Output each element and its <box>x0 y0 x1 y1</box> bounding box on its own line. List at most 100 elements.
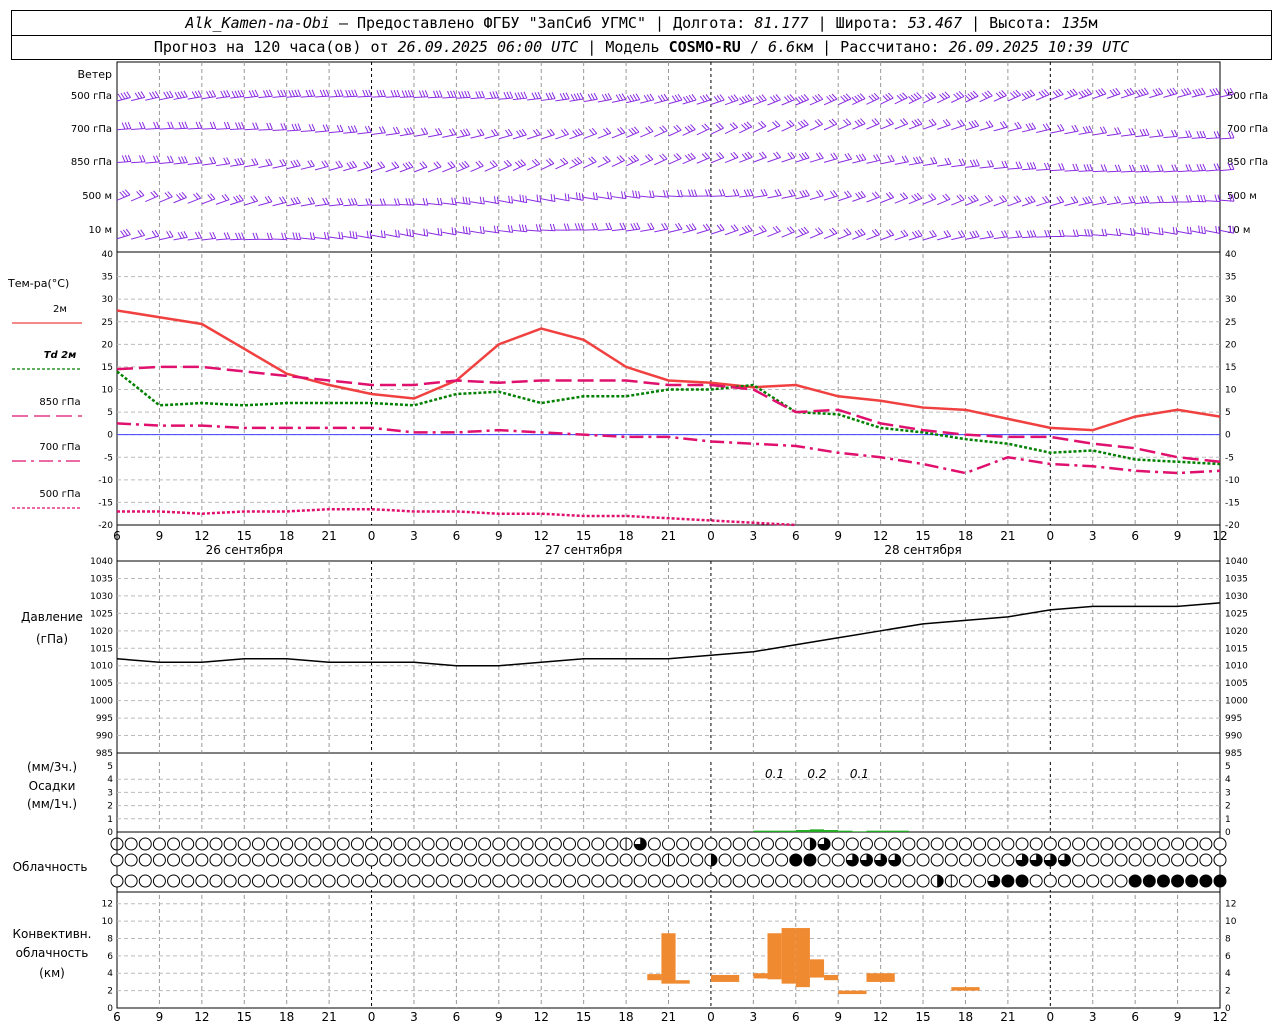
wind-barb-flag <box>929 230 935 238</box>
wind-barb-flag <box>197 231 202 239</box>
wind-barb-flag <box>523 91 528 99</box>
wind-barb <box>512 194 528 204</box>
wind-barb <box>1064 88 1078 100</box>
hour-tick-lower: 9 <box>495 1010 503 1024</box>
precip-bar <box>838 830 853 832</box>
wind-barb-flag <box>437 127 443 135</box>
wind-barb-shaft <box>1050 169 1065 172</box>
cloud-symbol <box>195 853 209 867</box>
wind-barb-flag <box>987 160 991 168</box>
cloud-symbol-circle <box>563 874 577 888</box>
wind-barb-flag <box>661 223 666 230</box>
cloud-symbol <box>930 853 944 867</box>
cloud-symbol <box>492 874 506 888</box>
cloud-symbol <box>803 853 817 867</box>
wind-barb-flag <box>166 91 171 98</box>
cloud-symbol <box>421 853 435 867</box>
press-tick-right: 1000 <box>1225 697 1248 707</box>
wind-barb-flag <box>943 230 949 238</box>
wind-barb-flag <box>1185 130 1189 138</box>
wind-barb <box>357 89 372 98</box>
wind-barb-flag <box>404 90 409 98</box>
cloud-symbol <box>506 874 520 888</box>
temp-tick-right: 5 <box>1225 408 1231 418</box>
wind-barb-flag <box>1028 123 1034 130</box>
wind-barb <box>244 195 259 206</box>
cloud-symbol <box>718 853 732 867</box>
wind-barb-flag <box>525 195 528 203</box>
cloud-symbol <box>520 874 534 888</box>
wind-barb-flag <box>297 123 302 131</box>
wind-barb-shaft <box>1078 131 1093 135</box>
wind-barb-flag <box>531 92 536 100</box>
wind-barb-shaft <box>866 234 880 241</box>
wind-barb-shaft <box>611 132 626 139</box>
wind-barb-flag <box>117 93 123 101</box>
wind-barb-flag <box>140 229 146 236</box>
wind-barb <box>979 120 994 131</box>
cloud-symbol-circle <box>944 853 958 867</box>
wind-barb-shaft <box>244 200 258 206</box>
cloud-symbol-circle <box>421 837 435 851</box>
wind-barb-flag <box>590 93 595 100</box>
cloud-symbol <box>577 853 591 867</box>
wind-barb <box>300 232 316 240</box>
wind-barb-flag <box>251 158 256 166</box>
wind-barb <box>258 89 273 99</box>
cloud-symbol-circle <box>294 874 308 888</box>
wind-barb-flag <box>451 227 454 235</box>
cloud-symbol-circle <box>435 853 449 867</box>
cloud-symbol <box>1015 874 1029 888</box>
wind-barb-flag <box>234 90 239 98</box>
cloud-symbol-circle <box>110 874 124 888</box>
cloud-symbol <box>152 874 166 888</box>
cloud-symbol <box>110 853 124 867</box>
hour-tick-upper: 9 <box>156 529 164 543</box>
wind-barb-shaft <box>300 129 315 133</box>
conv-tick-right: 2 <box>1225 987 1231 997</box>
wind-barb <box>908 192 923 205</box>
wind-barb-flag <box>932 230 937 237</box>
wind-barb <box>993 121 1008 132</box>
hour-tick-upper: 15 <box>915 529 930 543</box>
wind-barb-shaft <box>329 203 344 207</box>
wind-barb-flag <box>308 89 313 97</box>
wind-barb-shaft <box>597 228 612 231</box>
wind-barb-flag <box>1201 226 1203 234</box>
wind-barb-flag <box>338 160 344 167</box>
conv-bar <box>809 959 825 978</box>
wind-barb-flag <box>354 89 358 97</box>
wind-barb-shaft <box>314 130 329 133</box>
wind-barb-flag <box>1085 126 1090 133</box>
cloud-symbol-circle <box>280 837 294 851</box>
hour-tick-lower: 15 <box>915 1010 930 1024</box>
precip-bar <box>795 830 810 832</box>
wind-barb-flag <box>141 155 146 162</box>
wind-barb <box>1205 194 1221 203</box>
wind-barb <box>823 152 838 163</box>
cloud-symbol <box>577 874 591 888</box>
cloud-symbol <box>548 874 562 888</box>
wind-barb-flag <box>704 189 709 197</box>
wind-barb-flag <box>844 153 850 161</box>
wind-barb-flag <box>347 125 352 133</box>
cloud-symbol-circle <box>662 837 675 851</box>
wind-barb-flag <box>930 157 935 165</box>
wind-barb-shaft <box>993 236 1008 240</box>
wind-barb-shaft <box>724 127 738 134</box>
cloud-symbol-circle <box>987 837 1001 851</box>
cloud-symbol-circle <box>605 837 619 851</box>
wind-barb-flag <box>705 223 711 230</box>
wind-barb-flag <box>1171 195 1175 203</box>
cloud-symbol <box>365 837 379 851</box>
wind-barb-flag <box>961 158 966 166</box>
cloud-symbol <box>563 837 577 851</box>
wind-barb-flag <box>177 232 182 239</box>
wind-barb-shaft <box>753 156 767 163</box>
wind-barb <box>611 191 627 200</box>
press-tick-right: 985 <box>1225 749 1242 759</box>
cloud-symbol <box>1185 837 1199 851</box>
wind-barb-shaft <box>569 197 584 201</box>
wind-barb <box>583 192 598 201</box>
wind-barb-flag <box>746 189 751 197</box>
